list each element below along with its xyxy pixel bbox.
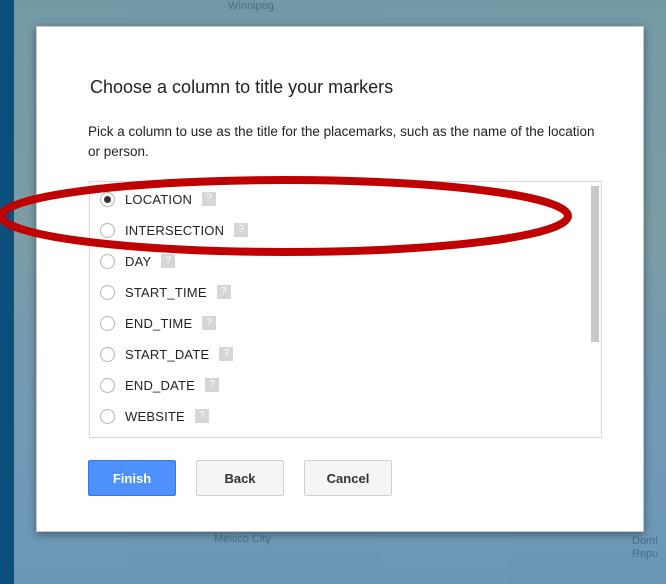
help-icon[interactable]: ? — [204, 378, 219, 392]
map-label-mexico-city: Mexico City — [214, 533, 271, 545]
help-icon[interactable]: ? — [216, 285, 231, 299]
option-end-time[interactable]: END_TIME ? — [100, 311, 217, 335]
dialog-title: Choose a column to title your markers — [90, 77, 394, 97]
option-location[interactable]: LOCATION ? — [100, 187, 217, 211]
option-label: DAY — [125, 253, 152, 269]
option-end-date[interactable]: END_DATE ? — [100, 373, 219, 397]
option-label: LOCATION — [125, 191, 193, 207]
help-icon[interactable]: ? — [161, 254, 176, 268]
option-start-time[interactable]: START_TIME ? — [100, 280, 231, 304]
option-label: END_DATE — [125, 377, 195, 393]
radio-intersection[interactable] — [100, 222, 115, 238]
finish-button[interactable]: Finish — [88, 460, 176, 496]
option-start-date[interactable]: START_DATE ? — [100, 342, 234, 366]
option-label: START_DATE — [125, 346, 210, 362]
help-icon[interactable]: ? — [202, 316, 217, 330]
radio-start-time[interactable] — [100, 284, 115, 300]
radio-end-date[interactable] — [100, 377, 115, 393]
list-scrollbar[interactable] — [591, 186, 599, 342]
map-label-domi: Domi — [632, 535, 658, 547]
radio-end-time[interactable] — [100, 315, 115, 331]
option-website[interactable]: WEBSITE ? — [100, 404, 209, 428]
option-intersection[interactable]: INTERSECTION ? — [100, 218, 249, 242]
option-label: INTERSECTION — [125, 222, 225, 238]
dialog-description: Pick a column to use as the title for th… — [88, 124, 595, 159]
help-icon[interactable]: ? — [202, 192, 217, 206]
map-label-winnipeg: Winnipeg — [228, 0, 274, 12]
option-day[interactable]: DAY ? — [100, 249, 176, 273]
cancel-button[interactable]: Cancel — [304, 460, 392, 496]
choose-column-dialog: Choose a column to title your markers Pi… — [36, 26, 644, 532]
radio-location[interactable] — [100, 191, 115, 207]
help-icon[interactable]: ? — [234, 223, 249, 237]
radio-website[interactable] — [100, 408, 115, 424]
help-icon[interactable]: ? — [194, 409, 209, 423]
column-options-list[interactable]: LOCATION ? INTERSECTION ? DAY ? START_TI… — [89, 181, 602, 438]
map-label-repu: Repu — [632, 548, 659, 560]
help-icon[interactable]: ? — [219, 347, 234, 361]
radio-day[interactable] — [100, 253, 115, 269]
option-label: WEBSITE — [125, 408, 185, 424]
back-button[interactable]: Back — [196, 460, 284, 496]
radio-start-date[interactable] — [100, 346, 115, 362]
option-label: START_TIME — [125, 284, 207, 300]
option-label: END_TIME — [125, 315, 193, 331]
